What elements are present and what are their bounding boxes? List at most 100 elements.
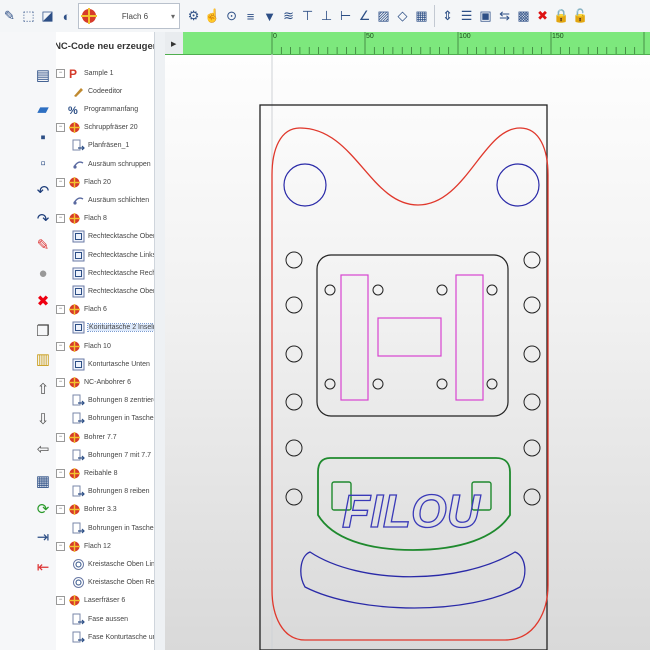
tree-node-label: Bohrungen 8 reiben [88,488,150,496]
tree-group-node[interactable]: − NC-Anbohrer 6 [56,373,131,391]
collapse-toggle-icon[interactable]: − [56,468,65,478]
collapse-toggle-icon[interactable]: − [56,541,65,551]
tree-group-node[interactable]: − Reibahle 8 [56,464,117,482]
tree-group-node[interactable]: − Bohrer 3.3 [56,501,117,519]
redo-icon[interactable]: ↷ [34,210,52,228]
tool-settings-icon[interactable]: ⚙ [186,7,201,25]
collapse-toggle-icon[interactable]: − [56,596,65,606]
tree-operation-node[interactable]: Kreistasche Oben Links [72,555,154,573]
tree-operation-node[interactable]: Rechtecktasche Oben M [72,282,154,300]
measure-icon[interactable]: ⊢ [338,7,353,25]
circles-icon[interactable]: ⊙ [224,7,239,25]
light-bulb-icon[interactable]: ● [34,264,52,282]
edit-icon[interactable]: ✎ [2,7,17,25]
line-icon[interactable]: ⊥ [319,7,334,25]
equal-icon[interactable]: ≡ [243,7,258,25]
tree-operation-node[interactable]: Bohrungen in Taschen [72,410,154,428]
tree-group-node[interactable]: − Bohrer 7.7 [56,428,117,446]
new-file-icon[interactable]: ▤ [34,66,52,84]
tree-operation-node[interactable]: Codeeditor [72,82,122,100]
tree-operation-node[interactable]: Planfräsen_1 [72,137,129,155]
tree-group-node[interactable]: − Laserfräser 6 [56,592,125,610]
tree-group-node[interactable]: − Flach 10 [56,337,111,355]
tree-operation-node[interactable]: Fase aussen [72,610,128,628]
wave-icon[interactable]: ≋ [281,7,296,25]
tree-operation-node[interactable]: Fase Konturtasche unten [72,628,154,646]
stack-icon[interactable]: ☰ [459,7,474,25]
tree-group-node[interactable]: − Flach 20 [56,173,111,191]
hand-icon[interactable]: ☝ [204,7,220,25]
node-icon [69,376,80,388]
collapse-toggle-icon[interactable]: − [56,505,65,515]
tree-operation-node[interactable]: Bohrungen 7 mit 7.7 [72,446,151,464]
save-as-icon[interactable]: ▫ [34,154,52,172]
pencil-icon[interactable]: ✎ [34,236,52,254]
tree-node-label: Bohrer 7.7 [84,433,117,441]
open-folder-icon[interactable]: ▰ [34,100,52,118]
paste-icon[interactable]: ▥ [34,350,52,368]
tree-group-node[interactable]: − Schruppfräser 20 [56,119,138,137]
collapse-toggle-icon[interactable]: − [56,68,65,78]
collapse-toggle-icon[interactable]: − [56,177,65,187]
tree-operation-node[interactable]: Bohrungen in Taschen [72,519,154,537]
tree-operation-node[interactable]: Bohrungen 8 zentrieren [72,392,154,410]
export-icon[interactable]: ⇥ [34,528,52,546]
save-icon[interactable]: ▪ [34,128,52,146]
drawing-canvas[interactable] [165,32,650,650]
tree-group-node[interactable]: − Flach 6 [56,301,107,319]
tree-operation-node[interactable]: Ausräum schruppen [72,155,151,173]
hatch-icon[interactable]: ▨ [376,7,391,25]
node-icon [72,358,85,371]
delete-icon[interactable]: ✖ [535,7,550,25]
angle-icon[interactable]: ∠ [357,7,372,25]
tree-operation-node[interactable]: Bohrungen 8 reiben [72,483,150,501]
target-icon[interactable]: ◐ [59,7,74,25]
align-icon[interactable]: ⇕ [440,7,455,25]
tree-group-node[interactable]: − Flach 8 [56,210,107,228]
unlock-icon[interactable]: 🔓 [572,7,588,25]
tree-operation-node[interactable]: Kreistasche Oben Rechts [72,574,154,592]
tree-operation-node[interactable]: Rechtecktasche Oben [72,228,154,246]
node-icon [69,340,80,352]
node-icon [72,394,85,406]
import-icon[interactable]: ⇤ [34,558,52,576]
ruler-ticks [271,32,645,54]
move-up-icon[interactable]: ⇧ [34,380,52,398]
move-down-icon[interactable]: ⇩ [34,410,52,428]
undo-icon[interactable]: ↶ [34,182,52,200]
collapse-toggle-icon[interactable]: − [56,377,65,387]
tree-operation-node[interactable]: Konturtasche 2 Inseln [72,319,154,337]
cutter-icon[interactable]: ▼ [262,7,277,25]
arrows-icon[interactable]: ⇆ [497,7,512,25]
tool-selector[interactable]: Flach 6 ▾ [78,3,181,29]
lock-icon[interactable]: 🔒 [553,7,569,25]
panel-header[interactable]: ⟳ NC-Code neu erzeugen (F5) [56,36,154,56]
collapse-toggle-icon[interactable]: − [56,123,65,133]
node-icon [72,139,85,151]
tree-group-node[interactable]: − P Sample 1 [56,64,114,82]
fill-icon[interactable]: ▦ [414,7,429,25]
refresh-icon[interactable]: ⟳ [34,500,52,518]
node-icon [72,522,85,533]
tree-operation-node[interactable]: Konturtasche Unten [72,355,150,373]
move-left-icon[interactable]: ⇦ [34,440,52,458]
tree-group-node[interactable]: − Flach 12 [56,537,111,555]
tree-group-node[interactable]: % Programmanfang [56,100,138,118]
collapse-toggle-icon[interactable]: − [56,432,65,442]
collapse-toggle-icon[interactable]: − [56,341,65,351]
collapse-toggle-icon[interactable]: − [56,214,65,224]
calculator-icon[interactable]: ▦ [34,472,52,490]
node-icon [69,304,80,316]
window-icon[interactable]: ▣ [478,7,493,25]
copy-icon[interactable]: ❐ [34,322,52,340]
filter-icon[interactable]: ⊤ [300,7,315,25]
tree-operation-node[interactable]: Ausräum schlichten [72,191,149,209]
offset-icon[interactable]: ◇ [395,7,410,25]
delete-icon[interactable]: ✖ [34,292,52,310]
checker-icon[interactable]: ▩ [516,7,531,25]
zero-point-icon[interactable]: ◪ [40,7,55,25]
collapse-toggle-icon[interactable]: − [56,305,65,315]
tree-operation-node[interactable]: Rechtecktasche Rechts [72,264,154,282]
tree-operation-node[interactable]: Rechtecktasche Links [72,246,154,264]
select-icon[interactable]: ⬚ [21,7,36,25]
